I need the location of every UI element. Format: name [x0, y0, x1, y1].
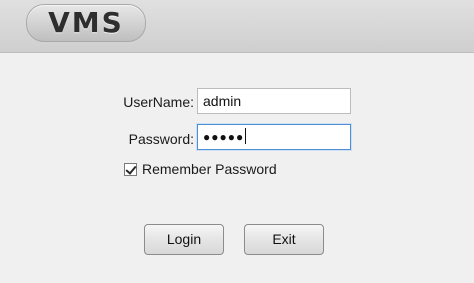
username-value: admin — [203, 93, 242, 109]
exit-button[interactable]: Exit — [244, 224, 324, 255]
username-input[interactable]: admin — [197, 88, 351, 114]
password-mask: ●●●●● — [203, 130, 245, 144]
check-icon — [125, 162, 137, 175]
text-cursor — [245, 128, 247, 144]
logo-text: VMS — [48, 6, 124, 39]
remember-password-option[interactable]: Remember Password — [124, 161, 277, 177]
login-window: VMS UserName: admin Password: ●●●●● Reme… — [0, 0, 474, 283]
password-input[interactable]: ●●●●● — [197, 124, 351, 150]
header-bar: VMS — [0, 0, 474, 53]
password-label: Password: — [128, 131, 194, 147]
remember-password-label[interactable]: Remember Password — [142, 161, 277, 177]
username-label: UserName: — [123, 94, 194, 110]
remember-password-checkbox[interactable] — [124, 162, 137, 176]
login-button[interactable]: Login — [144, 224, 224, 255]
vms-logo: VMS — [26, 4, 146, 42]
